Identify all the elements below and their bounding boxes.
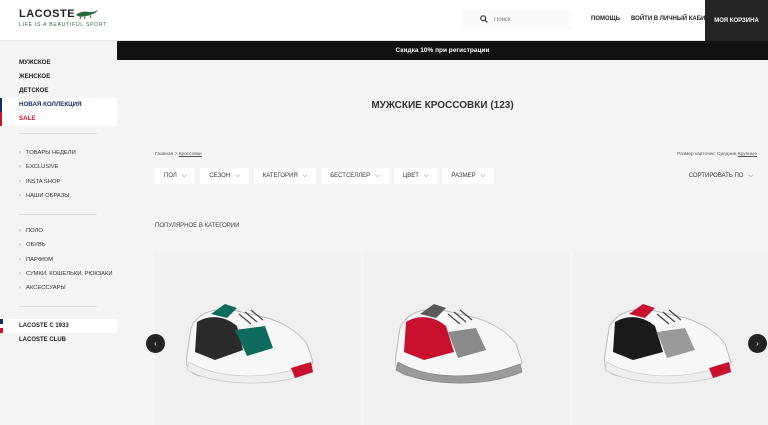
filter-season[interactable]: Сезон ⌵ xyxy=(200,168,249,184)
cart-button[interactable]: Моя корзина xyxy=(705,0,768,41)
chevron-down-icon: ⌵ xyxy=(375,172,380,179)
sidebar-item-club[interactable]: Lacoste Club xyxy=(0,333,117,347)
breadcrumb-current[interactable]: Кроссовки xyxy=(179,152,202,157)
breadcrumb: Главная > Кроссовки xyxy=(155,152,202,157)
chevron-right-icon: › xyxy=(19,150,21,156)
filter-label: Сезон xyxy=(209,173,231,179)
sidebar-item-kids[interactable]: Детское xyxy=(0,84,117,98)
chevron-down-icon: ⌵ xyxy=(423,172,429,179)
sidebar-item-week-products[interactable]: › Товары недели xyxy=(0,146,117,160)
promo-banner[interactable]: Скидка 10% при регистрации xyxy=(117,41,768,60)
chevron-right-icon: › xyxy=(19,228,21,234)
sidebar-item-label: Парфюм xyxy=(26,256,53,263)
chevron-down-icon: ⌵ xyxy=(235,172,240,179)
logo-tagline: LIFE IS A BEAUTIFUL SPORT xyxy=(19,22,108,28)
sidebar-item-bags[interactable]: › Сумки, кошельки, рюкзаки xyxy=(0,267,117,281)
sidebar-item-new-collection[interactable]: Новая коллекция xyxy=(0,98,117,112)
sidebar-item-sale[interactable]: Sale xyxy=(0,112,117,126)
sidebar-divider xyxy=(19,306,97,307)
sidebar-item-label: Наши образы xyxy=(26,192,70,199)
card-size-medium[interactable]: Средние xyxy=(717,152,737,157)
chevron-down-icon: ⌵ xyxy=(748,172,753,179)
sneaker-white-green-black-image xyxy=(186,304,314,384)
chevron-right-icon: › xyxy=(19,256,21,263)
sidebar-item-polo[interactable]: › Поло xyxy=(0,224,117,238)
sidebar-bottom-nav: Lacoste с 1933 Lacoste Club xyxy=(0,319,117,347)
sidebar-item-our-looks[interactable]: › Наши образы xyxy=(0,189,117,203)
filter-label: Бестселлер xyxy=(330,173,371,179)
sidebar-item-shoes[interactable]: › Обувь xyxy=(0,238,117,252)
product-card[interactable] xyxy=(155,252,360,425)
carousel-prev-button[interactable]: ‹ xyxy=(146,334,165,353)
card-size-large[interactable]: Крупные xyxy=(738,152,757,157)
sidebar-item-insta-shop[interactable]: › Insta shop xyxy=(0,175,117,189)
sidebar-item-label: Обувь xyxy=(26,242,46,249)
breadcrumb-home[interactable]: Главная xyxy=(155,152,173,157)
sidebar-item-women[interactable]: Женское xyxy=(0,70,117,84)
chevron-right-icon: › xyxy=(19,178,21,185)
chevron-down-icon: ⌵ xyxy=(181,172,187,179)
header: LACOSTE LIFE IS A BEAUTIFUL SPORT Помощь… xyxy=(0,0,768,41)
card-size-label: Размер карточек: xyxy=(677,152,716,157)
filter-size[interactable]: Размер ⌵ xyxy=(442,168,495,184)
sidebar: Мужское Женское Детское Новая коллекция … xyxy=(0,41,117,425)
sidebar-item-label: Товары недели xyxy=(26,150,76,156)
breadcrumb-separator: > xyxy=(174,152,178,157)
filter-color[interactable]: Цвет ⌵ xyxy=(393,168,438,184)
page-title: Мужские кроссовки (123) xyxy=(371,100,514,111)
sidebar-group-categories: › Поло › Обувь › Парфюм › Сумки, кошельки, р… xyxy=(0,224,117,295)
sidebar-item-perfume[interactable]: › Парфюм xyxy=(0,253,117,267)
filter-label: Размер xyxy=(451,173,476,179)
crocodile-icon xyxy=(76,10,98,20)
sidebar-item-exclusive[interactable]: › Exclusive xyxy=(0,160,117,174)
sidebar-item-label: Exclusive xyxy=(26,164,59,171)
sidebar-group-highlights: › Товары недели › Exclusive › Insta shop › Н… xyxy=(0,146,117,203)
sidebar-item-since-1933[interactable]: Lacoste с 1933 xyxy=(0,319,117,333)
sidebar-item-label: Insta shop xyxy=(26,178,61,185)
sidebar-item-men[interactable]: Мужское xyxy=(0,56,117,70)
filter-label: Пол xyxy=(164,173,177,179)
chevron-right-icon: › xyxy=(19,270,21,277)
product-card[interactable] xyxy=(364,252,569,425)
filter-gender[interactable]: Пол ⌵ xyxy=(155,168,196,184)
chevron-right-icon: › xyxy=(19,192,21,199)
sidebar-divider xyxy=(19,214,97,215)
carousel-next-button[interactable]: › xyxy=(748,334,767,353)
card-size-selector: Размер карточек: Средние Крупные xyxy=(677,152,757,157)
search-icon xyxy=(480,15,488,23)
search-input[interactable] xyxy=(494,13,566,26)
sidebar-item-label: Lacoste с 1933 xyxy=(19,323,69,329)
chevron-down-icon: ⌵ xyxy=(480,172,486,179)
filter-label: Цвет xyxy=(402,173,419,179)
sidebar-item-accessories[interactable]: › Аксессуары xyxy=(0,281,117,295)
sneaker-white-red-grey-image xyxy=(395,304,523,384)
sidebar-item-label: Поло xyxy=(26,228,43,234)
sneaker-white-black-red-image xyxy=(604,304,732,384)
chevron-down-icon: ⌵ xyxy=(302,172,308,179)
lacoste-logo[interactable]: LACOSTE LIFE IS A BEAUTIFUL SPORT xyxy=(19,8,107,28)
filter-label: Категория xyxy=(262,173,298,179)
sort-dropdown[interactable]: Сортировать по ⌵ xyxy=(689,168,753,184)
filter-bestseller[interactable]: Бестселлер ⌵ xyxy=(321,168,389,184)
chevron-right-icon: › xyxy=(19,285,21,292)
sidebar-main-nav: Мужское Женское Детское Новая коллекция … xyxy=(0,56,117,126)
filter-category[interactable]: Категория ⌵ xyxy=(253,168,317,184)
product-card[interactable] xyxy=(573,252,768,425)
chevron-right-icon: › xyxy=(756,339,759,348)
search-box[interactable] xyxy=(462,9,572,30)
sort-label: Сортировать по xyxy=(688,173,744,179)
sidebar-item-label: Аксессуары xyxy=(26,285,66,292)
filter-bar: Пол ⌵ Сезон ⌵ Категория ⌵ Бестселлер ⌵ Цвет ⌵… xyxy=(155,168,495,184)
french-flag-icon xyxy=(0,319,3,333)
sidebar-item-label: Сумки, кошельки, рюкзаки xyxy=(26,270,113,277)
chevron-right-icon: › xyxy=(19,164,21,171)
help-link[interactable]: Помощь xyxy=(591,16,620,22)
chevron-right-icon: › xyxy=(19,242,21,249)
chevron-left-icon: ‹ xyxy=(154,339,157,348)
section-heading-popular: Популярное в категории xyxy=(155,223,240,229)
sidebar-divider xyxy=(19,133,97,134)
